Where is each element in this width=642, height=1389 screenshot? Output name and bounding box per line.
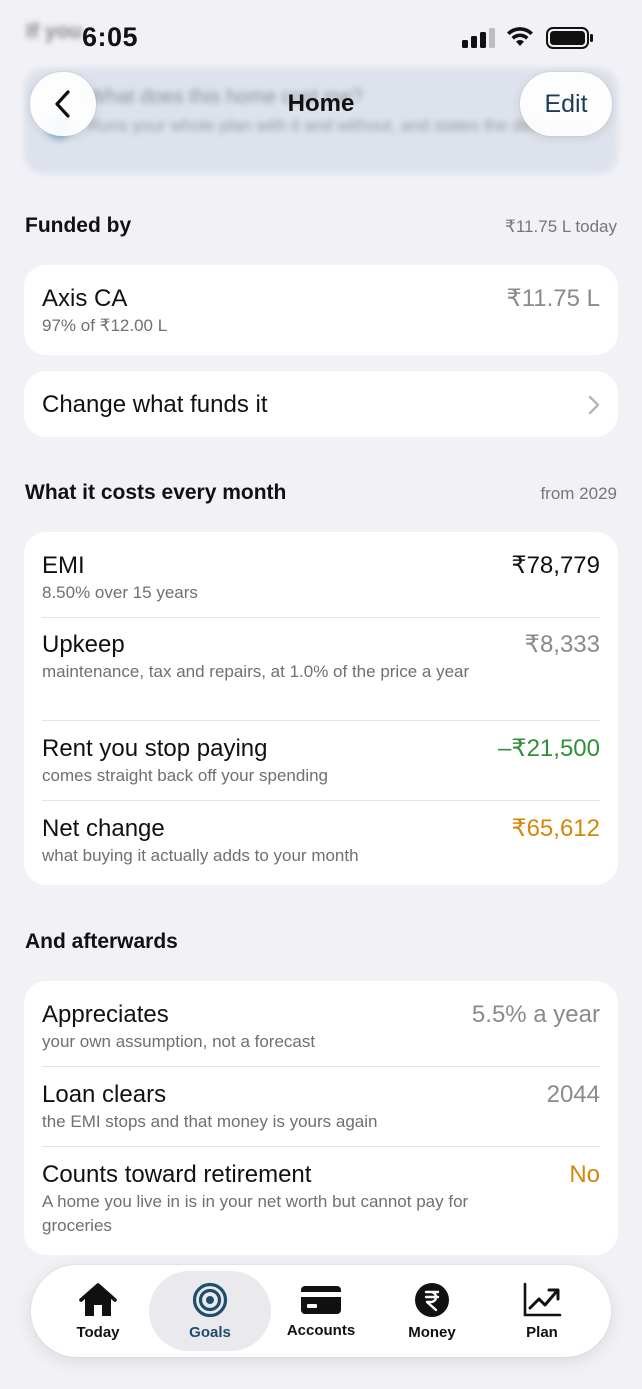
tab-goals[interactable]: Goals: [149, 1271, 271, 1351]
card-icon: [301, 1285, 341, 1314]
row-value: ₹65,612: [511, 815, 600, 842]
row-label: Loan clears: [42, 1081, 167, 1108]
account-detail: 97% of ₹12.00 L: [42, 316, 168, 335]
funding-account-card[interactable]: Axis CA 97% of ₹12.00 L ₹11.75 L: [24, 265, 618, 355]
change-funding-label: Change what funds it: [42, 391, 268, 418]
monthly-cost-card: EMI 8.50% over 15 years ₹78,779 Upkeep m…: [24, 532, 618, 885]
afterwards-card: Appreciates your own assumption, not a f…: [24, 981, 618, 1255]
after-row-loan-clears: Loan clears the EMI stops and that money…: [24, 1067, 618, 1147]
account-amount: ₹11.75 L: [506, 285, 600, 312]
afterwards-header: And afterwards: [25, 930, 617, 954]
account-name: Axis CA: [42, 285, 128, 312]
row-label: Appreciates: [42, 1001, 169, 1028]
tab-plan[interactable]: Plan: [481, 1271, 603, 1351]
funding-account-row[interactable]: Axis CA 97% of ₹12.00 L ₹11.75 L: [24, 265, 618, 338]
row-label: Net change: [42, 815, 165, 842]
edit-button[interactable]: Edit: [520, 72, 612, 136]
cost-row-emi: EMI 8.50% over 15 years ₹78,779: [24, 532, 618, 618]
after-row-appreciates: Appreciates your own assumption, not a f…: [24, 981, 618, 1067]
section-title: And afterwards: [25, 930, 178, 953]
row-value: 5.5% a year: [471, 1001, 600, 1028]
row-subtitle: comes straight back off your spending: [42, 766, 329, 785]
screen: If you What does this home cost me? Runs…: [0, 0, 642, 1389]
row-value: 2044: [546, 1081, 600, 1108]
cellular-signal-icon: [462, 28, 495, 48]
monthly-start: from 2029: [540, 484, 617, 503]
section-title: What it costs every month: [25, 481, 287, 504]
battery-icon: [546, 27, 593, 49]
target-icon: [192, 1282, 228, 1317]
row-value: No: [569, 1161, 600, 1188]
tab-money[interactable]: Money: [371, 1271, 493, 1351]
chevron-right-icon: [588, 395, 600, 415]
status-time: 6:05: [82, 22, 139, 52]
row-label: EMI: [42, 552, 85, 579]
row-label: Upkeep: [42, 631, 125, 658]
after-row-retirement: Counts toward retirement A home you live…: [24, 1147, 618, 1255]
tab-label: Today: [76, 1323, 120, 1341]
tab-today[interactable]: Today: [37, 1271, 159, 1351]
chart-up-icon: [523, 1282, 562, 1316]
house-icon: [79, 1282, 117, 1316]
change-funding-button[interactable]: Change what funds it: [24, 371, 618, 437]
row-subtitle: your own assumption, not a forecast: [42, 1032, 316, 1051]
tab-label: Money: [408, 1323, 456, 1341]
tab-bar: Today Goals Accounts Money Plan: [31, 1265, 611, 1357]
row-label: Rent you stop paying: [42, 735, 268, 762]
wifi-icon: [507, 27, 533, 46]
cost-row-upkeep: Upkeep maintenance, tax and repairs, at …: [24, 618, 618, 721]
tab-label: Goals: [189, 1323, 231, 1341]
funded-total: ₹11.75 L today: [505, 217, 617, 236]
row-value: –₹21,500: [497, 735, 600, 762]
tab-label: Accounts: [286, 1321, 356, 1339]
row-label: Counts toward retirement: [42, 1161, 312, 1188]
monthly-cost-header: What it costs every month from 2029: [25, 481, 617, 505]
row-subtitle: 8.50% over 15 years: [42, 583, 198, 602]
cost-row-rent: Rent you stop paying comes straight back…: [24, 721, 618, 801]
tab-accounts[interactable]: Accounts: [260, 1271, 382, 1351]
row-subtitle: what buying it actually adds to your mon…: [42, 846, 359, 865]
funded-by-header: Funded by ₹11.75 L today: [25, 214, 617, 238]
row-value: ₹78,779: [511, 552, 600, 579]
tab-label: Plan: [526, 1323, 558, 1341]
row-subtitle: the EMI stops and that money is yours ag…: [42, 1112, 378, 1131]
row-subtitle: A home you live in is in your net worth …: [42, 1192, 469, 1235]
row-subtitle: maintenance, tax and repairs, at 1.0% of…: [42, 662, 470, 681]
section-title: Funded by: [25, 214, 132, 237]
cost-row-net-change: Net change what buying it actually adds …: [24, 801, 618, 885]
status-bar: 6:05: [0, 0, 642, 74]
row-value: ₹8,333: [524, 631, 600, 658]
rupee-icon: [415, 1282, 449, 1317]
